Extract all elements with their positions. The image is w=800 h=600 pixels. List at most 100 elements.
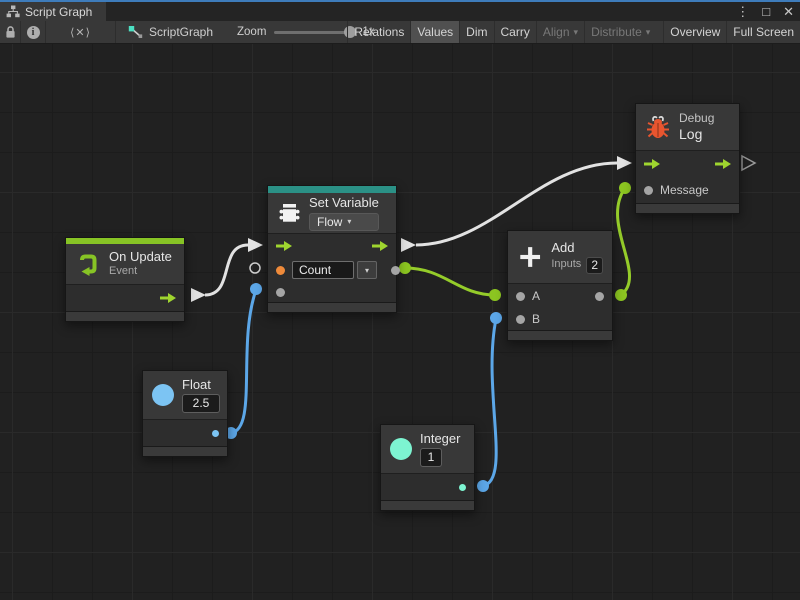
loop-event-icon [75, 251, 101, 277]
variable-kind-label: Flow [317, 214, 342, 230]
node-category: Debug [679, 111, 714, 126]
flow-out-port[interactable] [160, 293, 176, 303]
wire-endpoint [490, 312, 502, 324]
variable-name-port[interactable] [276, 266, 285, 275]
flow-in-port[interactable] [276, 241, 292, 251]
graph-hierarchy-icon [6, 5, 20, 18]
wire-endpoint [477, 480, 489, 492]
toolbar-button-carry[interactable]: Carry [494, 21, 536, 43]
unconnected-port-circle[interactable] [250, 263, 260, 273]
toolbar-button-overview[interactable]: Overview [663, 21, 726, 43]
toolbar-button-align[interactable]: Align ▾ [536, 21, 584, 43]
tab-bar: Script Graph ⋮ □ ✕ [0, 2, 800, 21]
node-footer [636, 203, 739, 213]
flow-out-port[interactable] [372, 241, 388, 251]
info-button[interactable]: i [21, 21, 46, 43]
button-label: Overview [670, 25, 720, 39]
wire-value-integer-add-b[interactable] [483, 319, 496, 486]
node-title: Log [679, 126, 714, 144]
flow-in-port[interactable] [644, 159, 660, 169]
window-close-icon[interactable]: ✕ [783, 2, 794, 21]
unconnected-flow-triangle[interactable] [742, 156, 755, 170]
button-label: Values [417, 25, 453, 39]
node-set-variable[interactable]: Set Variable Flow ▾ Count [267, 185, 397, 313]
node-title: Integer [420, 431, 460, 447]
code-brackets-icon: ⟨✕⟩ [70, 26, 91, 39]
float-type-icon [152, 384, 174, 406]
node-title: Float [182, 377, 220, 393]
plus-icon [517, 243, 543, 271]
tab-title: Script Graph [25, 5, 92, 19]
node-integer-literal[interactable]: Integer 1 [380, 424, 475, 511]
toolbar-button-values[interactable]: Values [410, 21, 459, 43]
float-value-field[interactable]: 2.5 [182, 394, 220, 413]
message-in-port[interactable] [644, 186, 653, 195]
input-a-port[interactable] [516, 292, 525, 301]
tab-script-graph[interactable]: Script Graph [0, 2, 106, 21]
inputs-label: Inputs [551, 258, 581, 272]
wire-flow-onupdate-setvariable[interactable] [205, 245, 248, 295]
chevron-down-icon: ▾ [365, 266, 369, 275]
button-label: Dim [466, 25, 487, 39]
button-label: Full Screen [733, 25, 794, 39]
set-variable-icon [277, 201, 301, 225]
chevron-down-icon: ▾ [574, 27, 579, 38]
wire-value-float-setvariable[interactable] [231, 290, 256, 433]
integer-value-field[interactable]: 1 [420, 448, 442, 467]
lock-icon [5, 26, 16, 39]
wire-endpoint [399, 262, 411, 274]
node-footer [268, 302, 396, 312]
variable-name-dropdown-button[interactable]: ▾ [357, 261, 377, 279]
wire-value-setvariable-add-a[interactable] [405, 268, 495, 295]
integer-out-port[interactable] [459, 484, 466, 491]
variable-kind-dropdown[interactable]: Flow ▾ [309, 213, 379, 231]
float-out-port[interactable] [212, 430, 219, 437]
clear-errors-button[interactable]: ⟨✕⟩ [46, 21, 116, 43]
info-icon: i [27, 26, 40, 39]
toolbar-button-dim[interactable]: Dim [459, 21, 493, 43]
graph-canvas[interactable]: On Update Event Set Variable [0, 44, 800, 600]
window-menu-icon[interactable]: ⋮ [736, 2, 749, 21]
button-label: Distribute [591, 25, 642, 39]
chevron-down-icon: ▾ [347, 214, 351, 230]
lock-button[interactable] [0, 21, 21, 43]
node-float-literal[interactable]: Float 2.5 [142, 370, 228, 457]
variable-name-value[interactable]: Count [292, 261, 354, 279]
node-footer [143, 446, 227, 456]
toolbar-toggle-group: Relations Values Dim Carry Align ▾ Distr… [347, 21, 800, 43]
input-b-port[interactable] [516, 315, 525, 324]
wire-endpoint [250, 283, 262, 295]
wire-value-add-debug-message[interactable] [618, 188, 630, 295]
script-graph-icon [128, 25, 143, 39]
toolbar-button-distribute[interactable]: Distribute ▾ [584, 21, 656, 43]
value-out-port[interactable] [391, 266, 400, 275]
node-on-update[interactable]: On Update Event [65, 237, 185, 322]
zoom-slider[interactable] [274, 31, 354, 34]
integer-type-icon [390, 438, 412, 460]
window-maximize-icon[interactable]: □ [762, 2, 770, 21]
node-footer [508, 330, 612, 340]
wire-arrowhead [248, 238, 263, 252]
node-debug-log[interactable]: Debug Log Message [635, 103, 740, 214]
inputs-count-field[interactable]: 2 [586, 257, 603, 274]
toolbar-button-full-screen[interactable]: Full Screen [726, 21, 800, 43]
node-footer [381, 500, 474, 510]
button-label: Relations [354, 25, 404, 39]
button-label: Align [543, 25, 570, 39]
variable-name-dropdown[interactable]: Count ▾ [292, 261, 377, 279]
flow-out-port[interactable] [715, 159, 731, 169]
graph-breadcrumb[interactable]: ScriptGraph [128, 21, 213, 43]
node-title: On Update [109, 249, 172, 265]
wire-arrowhead [617, 156, 632, 170]
wire-endpoint [619, 182, 631, 194]
graph-toolbar: i ⟨✕⟩ ScriptGraph Zoom 1x Relations Valu… [0, 21, 800, 44]
sum-out-port[interactable] [595, 292, 604, 301]
input-b-label: B [532, 312, 540, 326]
variable-accent-bar [268, 186, 396, 193]
node-add[interactable]: Add Inputs 2 A B [507, 230, 613, 341]
node-subtitle: Event [109, 265, 172, 279]
toolbar-button-relations[interactable]: Relations [347, 21, 410, 43]
value-in-port[interactable] [276, 288, 285, 297]
wire-arrowhead [191, 288, 206, 302]
debug-bug-icon [645, 114, 671, 140]
